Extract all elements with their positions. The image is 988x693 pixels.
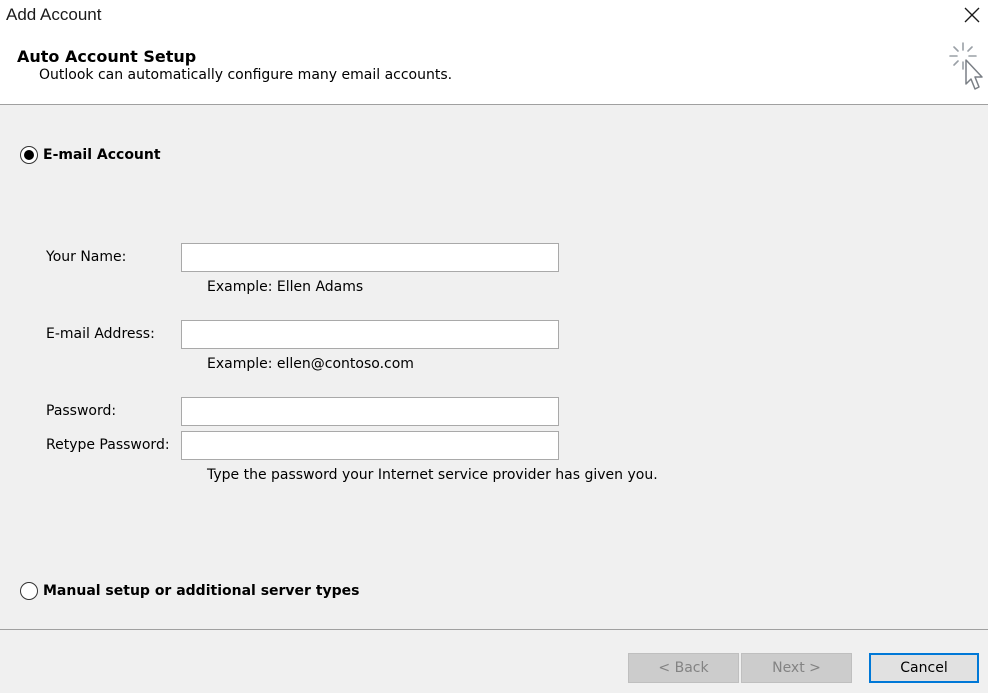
your-name-hint: Example: Ellen Adams: [207, 279, 364, 295]
setup-heading: Auto Account Setup: [17, 47, 197, 66]
manual-setup-option[interactable]: Manual setup or additional server types: [20, 582, 360, 600]
wizard-cursor-icon: [949, 42, 983, 90]
setup-subheading: Outlook can automatically configure many…: [39, 67, 453, 83]
dialog-header: Add Account Auto Account Setup Outlook c…: [0, 0, 988, 105]
your-name-input[interactable]: [181, 243, 559, 272]
your-name-label: Your Name:: [46, 249, 127, 265]
email-address-label: E-mail Address:: [46, 326, 155, 342]
email-account-label: E-mail Account: [43, 147, 161, 163]
footer-divider: [0, 629, 988, 630]
cancel-button[interactable]: Cancel: [869, 653, 979, 683]
close-button[interactable]: [956, 0, 988, 30]
retype-password-label: Retype Password:: [46, 437, 170, 453]
manual-setup-label: Manual setup or additional server types: [43, 583, 360, 599]
manual-setup-radio[interactable]: [20, 582, 38, 600]
password-hint: Type the password your Internet service …: [207, 467, 658, 483]
back-button[interactable]: < Back: [628, 653, 739, 683]
password-input[interactable]: [181, 397, 559, 426]
email-address-input[interactable]: [181, 320, 559, 349]
add-account-dialog: Add Account Auto Account Setup Outlook c…: [0, 0, 988, 693]
radio-selected-dot: [24, 150, 34, 160]
email-account-radio[interactable]: [20, 146, 38, 164]
email-address-hint: Example: ellen@contoso.com: [207, 356, 414, 372]
retype-password-input[interactable]: [181, 431, 559, 460]
email-account-option[interactable]: E-mail Account: [20, 146, 161, 164]
next-button[interactable]: Next >: [741, 653, 852, 683]
password-label: Password:: [46, 403, 117, 419]
close-icon: [964, 7, 980, 23]
window-title: Add Account: [6, 5, 102, 24]
